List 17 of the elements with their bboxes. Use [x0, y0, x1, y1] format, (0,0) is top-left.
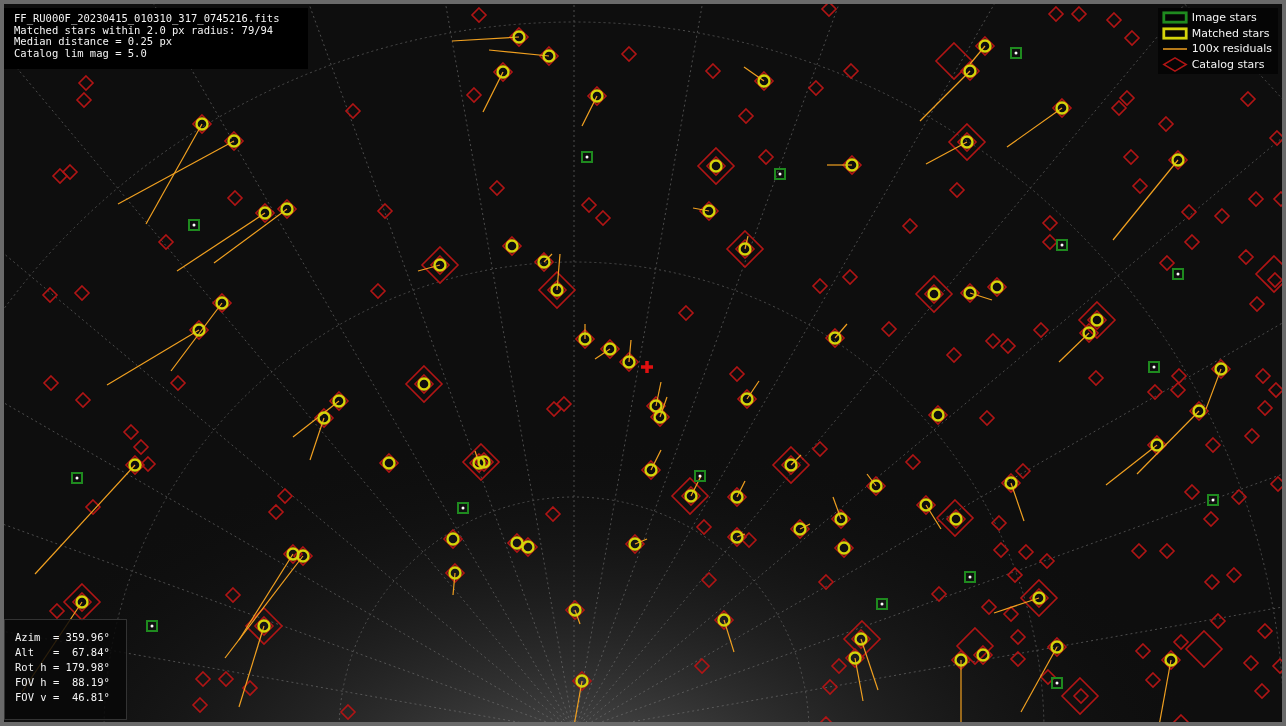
pointing-text: FOV h = 88.19°	[15, 675, 111, 690]
legend-label: Catalog stars	[1191, 57, 1265, 71]
line-icon	[1162, 47, 1187, 50]
legend-label: Image stars	[1191, 11, 1257, 25]
pointing-text: Rot h = 179.98°	[15, 660, 111, 675]
square-icon	[1160, 10, 1189, 26]
square-icon	[1160, 25, 1189, 41]
pointing-text: FOV v = 46.81°	[15, 690, 111, 705]
info-text: Median distance = 0.25 px	[14, 36, 173, 48]
legend-label: Matched stars	[1191, 26, 1270, 40]
pointing-text: Alt = 67.84°	[15, 645, 111, 660]
legend-label: 100x residuals	[1191, 42, 1272, 56]
info-text: FF_RU000F_20230415_010310_317_0745216.fits	[14, 13, 281, 25]
info-text: Matched stars within 2.0 px radius: 79/94	[14, 24, 274, 36]
diamond-icon	[1160, 56, 1189, 72]
pointing-text: Azim = 359.96°	[15, 630, 111, 645]
info-text: Catalog lim mag = 5.0	[14, 47, 148, 59]
